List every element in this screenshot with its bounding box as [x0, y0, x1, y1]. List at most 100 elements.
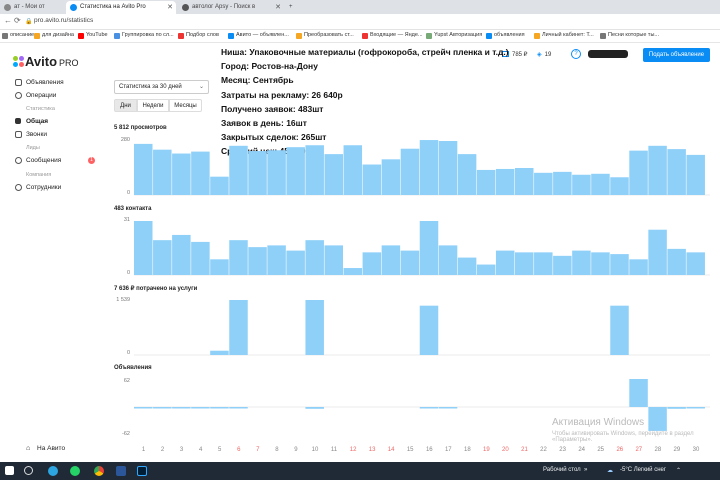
chart-bar[interactable] [667, 407, 686, 409]
sidebar-item-messages[interactable]: Сообщения [15, 157, 61, 164]
chart-bar[interactable] [438, 407, 458, 409]
chart-bar[interactable] [343, 268, 363, 275]
chart-bar[interactable] [248, 247, 267, 275]
bookmark-item[interactable]: описание [2, 32, 34, 39]
chart-bar[interactable] [210, 259, 229, 275]
chart-bar[interactable] [553, 171, 572, 195]
chart-bar[interactable] [572, 250, 591, 275]
chart-bar[interactable] [343, 145, 363, 195]
chart-bar[interactable] [267, 150, 286, 195]
chart-bar[interactable] [591, 252, 610, 275]
sidebar-item-operations[interactable]: Операции [15, 92, 56, 99]
chart-bar[interactable] [286, 250, 305, 275]
chart-bar[interactable] [457, 154, 477, 195]
chart-bar[interactable] [172, 407, 191, 409]
chart-bar[interactable] [381, 245, 401, 275]
chart-bar[interactable] [476, 169, 496, 195]
chart-bar[interactable] [286, 147, 305, 195]
tab-1[interactable]: Статистика на Avito Pro ✕ [66, 1, 176, 14]
chart-bar[interactable] [686, 154, 705, 195]
sidebar-item-general[interactable]: Общая [15, 118, 48, 125]
tab-2[interactable]: автолог Apsy - Поиск в ✕ [178, 1, 284, 14]
sidebar-item-calls[interactable]: Звонки [15, 131, 47, 138]
chart-bar[interactable] [324, 154, 344, 195]
chart-bar[interactable] [210, 407, 229, 409]
bookmark-item[interactable]: объявления [486, 32, 525, 39]
chart-bar[interactable] [153, 240, 172, 275]
chart-bar[interactable] [419, 140, 439, 195]
back-to-avito-link[interactable]: ⌂ На Авито [26, 445, 65, 452]
chart-bar[interactable] [476, 264, 496, 275]
chart-bar[interactable] [229, 407, 248, 409]
chart-bar[interactable] [400, 250, 420, 275]
period-select[interactable]: Статистика за 30 дней ⌄ [114, 80, 209, 94]
back-icon[interactable]: ← [4, 16, 12, 25]
bookmark-item[interactable]: Преобразовать ст... [296, 32, 354, 39]
chart-bar[interactable] [305, 407, 324, 409]
bookmark-item[interactable]: Личный кабинет: Т... [534, 32, 594, 39]
chart-bar[interactable] [515, 252, 534, 275]
chart-bar[interactable] [229, 145, 248, 195]
chrome-icon[interactable] [94, 466, 104, 476]
refresh-icon[interactable]: ⟳ [14, 16, 21, 25]
chart-bar[interactable] [191, 407, 210, 409]
chart-bar[interactable] [248, 151, 267, 195]
create-ad-button[interactable]: Подать объявление [643, 48, 710, 62]
chart-bar[interactable] [572, 174, 591, 195]
bookmark-item[interactable]: Авито — объявлен... [228, 32, 289, 39]
tray-chevron-icon[interactable]: ⌃ [676, 467, 681, 474]
close-tab-icon[interactable]: ✕ [167, 1, 173, 14]
chart-bar[interactable] [534, 252, 553, 275]
bookmark-item[interactable]: Подбор слов [178, 32, 219, 39]
close-tab-icon[interactable]: ✕ [275, 1, 281, 14]
chart-bar[interactable] [381, 159, 401, 195]
new-tab-button[interactable]: + [286, 1, 300, 14]
bookmark-item[interactable]: YouTube [78, 32, 108, 39]
chart-bar[interactable] [515, 168, 534, 195]
chart-bar[interactable] [134, 221, 153, 275]
chart-bar[interactable] [210, 176, 229, 195]
expand-tray-icon[interactable]: » [584, 467, 587, 473]
chart-bar[interactable] [191, 151, 210, 195]
chart-bar[interactable] [324, 245, 344, 275]
telegram-icon[interactable] [48, 466, 58, 476]
chart-bar[interactable] [686, 252, 705, 275]
segment-months[interactable]: Месяцы [169, 99, 202, 112]
chart-bar[interactable] [362, 252, 382, 275]
bookmark-item[interactable]: Песни которые ты... [600, 32, 659, 39]
chart-bar[interactable] [153, 407, 172, 409]
chart-bar[interactable] [419, 221, 439, 275]
bonus[interactable]: ◈ 19 [537, 51, 551, 58]
logo[interactable]: Avito PRO [25, 54, 79, 69]
sidebar-item-employees[interactable]: Сотрудники [15, 184, 61, 191]
bookmark-item[interactable]: для дизайна [34, 32, 74, 39]
chart-bar[interactable] [438, 245, 458, 275]
chart-bar[interactable] [362, 164, 382, 195]
chart-bar[interactable] [229, 240, 248, 275]
chart-bar[interactable] [305, 240, 324, 275]
chart-bar[interactable] [610, 254, 629, 275]
segment-weeks[interactable]: Недели [137, 99, 169, 112]
chart-bar[interactable] [534, 172, 553, 195]
chart-bar[interactable] [172, 234, 191, 275]
chart-bar[interactable] [667, 248, 686, 275]
word-icon[interactable] [116, 466, 126, 476]
chart-bar[interactable] [210, 350, 229, 355]
chart-bar[interactable] [629, 150, 648, 195]
chart-bar[interactable] [305, 300, 324, 355]
chart-bar[interactable] [495, 168, 515, 195]
chart-bar[interactable] [495, 250, 515, 275]
profile-name-redacted[interactable] [588, 50, 628, 58]
chart-bar[interactable] [610, 177, 629, 195]
chart-bar[interactable] [648, 229, 667, 275]
chart-bar[interactable] [400, 148, 420, 195]
chart-bar[interactable] [686, 407, 705, 409]
chart-bar[interactable] [419, 407, 439, 409]
chart-bar[interactable] [419, 305, 439, 355]
bookmark-item[interactable]: Входящие — Янде... [362, 32, 423, 39]
search-icon[interactable] [24, 466, 33, 475]
tab-0[interactable]: ат - Мои от [0, 1, 64, 14]
chart-bar[interactable] [591, 173, 610, 195]
start-icon[interactable] [5, 466, 14, 475]
url-field[interactable]: pro.avito.ru/statistics [34, 17, 93, 24]
